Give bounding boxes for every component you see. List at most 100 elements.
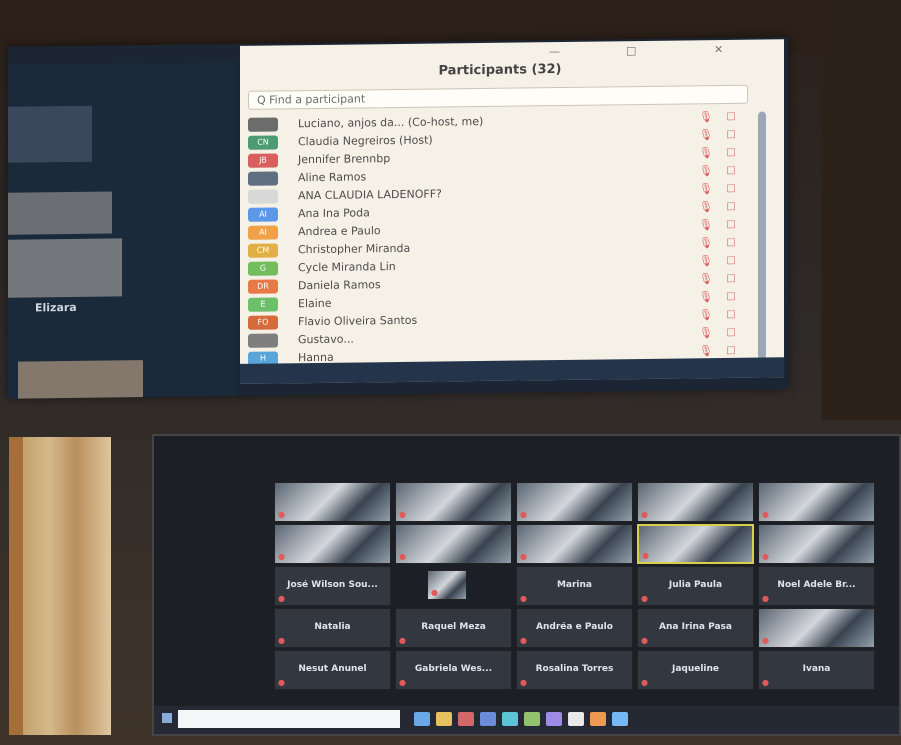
curtain bbox=[23, 437, 111, 735]
tile-mic-icon: ● bbox=[520, 552, 527, 561]
camera-off-icon[interactable]: □ bbox=[717, 147, 745, 159]
mic-muted-icon[interactable]: 🎙 bbox=[699, 308, 713, 321]
tile-mic-icon: ● bbox=[642, 551, 649, 560]
tile-participant-name: Ivana bbox=[802, 664, 831, 674]
video-tile[interactable]: Rosalina Torres ● bbox=[516, 650, 633, 690]
camera-off-icon[interactable]: □ bbox=[717, 273, 745, 285]
tile-participant-name: Gabriela Wes... bbox=[414, 664, 493, 674]
video-tile[interactable]: ● bbox=[516, 482, 633, 522]
left-participant-label: Elizara bbox=[35, 300, 77, 315]
video-tile[interactable]: ● bbox=[637, 524, 754, 564]
mic-muted-icon[interactable]: 🎙 bbox=[699, 326, 713, 339]
tile-participant-name: Noel Adele Br... bbox=[777, 580, 856, 590]
tile-mic-icon: ● bbox=[641, 594, 648, 603]
video-tile[interactable]: Nesut Anunel ● bbox=[274, 650, 391, 690]
lower-monitor: ● ● ● ● ● ● ● ● ● ● José Wilson Sou... ● ● Marina ● Jul… bbox=[152, 434, 901, 736]
tile-mic-icon: ● bbox=[762, 678, 769, 687]
video-tile[interactable]: Noel Adele Br... ● bbox=[758, 566, 875, 606]
camera-off-icon[interactable]: □ bbox=[717, 219, 745, 231]
mic-muted-icon[interactable]: 🎙 bbox=[699, 344, 713, 357]
video-tile[interactable]: Andréa e Paulo ● bbox=[516, 608, 633, 648]
camera-off-icon[interactable]: □ bbox=[717, 255, 745, 267]
video-tile[interactable]: Ana Irina Pasa ● bbox=[637, 608, 754, 648]
tile-mic-icon: ● bbox=[520, 636, 527, 645]
taskbar-app-icon[interactable] bbox=[502, 712, 518, 726]
participants-panel: — □ ✕ Participants (32) Q Find a partici… bbox=[240, 39, 784, 384]
tile-mic-icon: ● bbox=[520, 594, 527, 603]
camera-off-icon[interactable]: □ bbox=[717, 129, 745, 141]
mic-muted-icon[interactable]: 🎙 bbox=[699, 218, 713, 231]
camera-off-icon[interactable]: □ bbox=[717, 309, 745, 321]
video-tile[interactable]: Marina ● bbox=[516, 566, 633, 606]
video-tile[interactable]: ● bbox=[395, 482, 512, 522]
tile-participant-name: Ana Irina Pasa bbox=[659, 622, 732, 632]
taskbar-app-icon[interactable] bbox=[524, 712, 540, 726]
video-tile[interactable]: José Wilson Sou... ● bbox=[274, 566, 391, 606]
tile-participant-name: Raquel Meza bbox=[421, 622, 486, 632]
maximize-button[interactable]: □ bbox=[626, 44, 636, 57]
video-tile[interactable]: ● bbox=[637, 482, 754, 522]
video-tile[interactable]: Gabriela Wes... ● bbox=[395, 650, 512, 690]
mic-muted-icon[interactable]: 🎙 bbox=[699, 236, 713, 249]
video-tile[interactable]: ● bbox=[274, 482, 391, 522]
participant-name: Elaine bbox=[298, 296, 332, 311]
taskbar-app-icon[interactable] bbox=[568, 712, 584, 726]
tile-participant-name: José Wilson Sou... bbox=[287, 580, 378, 590]
participant-avatar: CN bbox=[248, 135, 278, 150]
video-tile[interactable]: Natalia ● bbox=[274, 608, 391, 648]
wall-right bbox=[821, 0, 901, 420]
mic-muted-icon[interactable]: 🎙 bbox=[699, 164, 713, 177]
tile-participant-name: Rosalina Torres bbox=[535, 664, 614, 674]
taskbar-app-icon[interactable] bbox=[458, 712, 474, 726]
video-tile[interactable]: Jaqueline ● bbox=[637, 650, 754, 690]
tile-participant-name: Andréa e Paulo bbox=[536, 622, 613, 632]
video-tile[interactable]: ● bbox=[758, 482, 875, 522]
video-tile[interactable]: ● bbox=[758, 524, 875, 564]
taskbar-app-icon[interactable] bbox=[480, 712, 496, 726]
mic-muted-icon[interactable]: 🎙 bbox=[699, 128, 713, 141]
camera-off-icon[interactable]: □ bbox=[717, 201, 745, 213]
camera-off-icon[interactable]: □ bbox=[717, 183, 745, 195]
video-tile[interactable]: Ivana ● bbox=[758, 650, 875, 690]
taskbar-app-icon[interactable] bbox=[436, 712, 452, 726]
mic-muted-icon[interactable]: 🎙 bbox=[699, 110, 713, 123]
taskbar-app-icon[interactable] bbox=[612, 712, 628, 726]
upper-screen: Elizara — □ ✕ Participants (32) Q Find a… bbox=[8, 37, 788, 399]
video-tile[interactable]: ● bbox=[516, 524, 633, 564]
participant-search-input[interactable]: Q Find a participant bbox=[248, 84, 748, 110]
mic-muted-icon[interactable]: 🎙 bbox=[699, 290, 713, 303]
mic-muted-icon[interactable]: 🎙 bbox=[699, 182, 713, 195]
taskbar-app-icon[interactable] bbox=[546, 712, 562, 726]
tile-mic-icon: ● bbox=[278, 510, 285, 519]
mic-muted-icon[interactable]: 🎙 bbox=[699, 200, 713, 213]
left-thumbnail bbox=[18, 360, 143, 399]
mic-muted-icon[interactable]: 🎙 bbox=[699, 272, 713, 285]
camera-off-icon[interactable]: □ bbox=[717, 291, 745, 303]
mic-muted-icon[interactable]: 🎙 bbox=[699, 254, 713, 267]
minimize-button[interactable]: — bbox=[549, 45, 560, 58]
tile-mic-icon: ● bbox=[278, 552, 285, 561]
video-tile[interactable]: ● bbox=[274, 524, 391, 564]
tile-participant-name: Marina bbox=[556, 580, 593, 590]
video-tile[interactable]: ● bbox=[427, 570, 467, 600]
video-tile[interactable]: ● bbox=[758, 608, 875, 648]
taskbar-app-icon[interactable] bbox=[414, 712, 430, 726]
video-tile[interactable]: Julia Paula ● bbox=[637, 566, 754, 606]
camera-off-icon[interactable]: □ bbox=[717, 111, 745, 123]
left-thumbnail bbox=[8, 238, 122, 298]
tile-mic-icon: ● bbox=[278, 678, 285, 687]
participant-name: Aline Ramos bbox=[298, 170, 367, 185]
camera-off-icon[interactable]: □ bbox=[717, 327, 745, 339]
camera-off-icon[interactable]: □ bbox=[717, 237, 745, 249]
taskbar-search[interactable] bbox=[178, 710, 400, 728]
camera-off-icon[interactable]: □ bbox=[717, 345, 745, 357]
scrollbar[interactable] bbox=[758, 111, 766, 360]
video-tile[interactable]: ● bbox=[395, 524, 512, 564]
camera-off-icon[interactable]: □ bbox=[717, 165, 745, 177]
taskbar-app-icon[interactable] bbox=[590, 712, 606, 726]
participant-name: Claudia Negreiros (Host) bbox=[298, 133, 433, 149]
close-button[interactable]: ✕ bbox=[714, 43, 723, 56]
video-tile[interactable]: Raquel Meza ● bbox=[395, 608, 512, 648]
windows-start-icon[interactable] bbox=[162, 713, 172, 723]
mic-muted-icon[interactable]: 🎙 bbox=[699, 146, 713, 159]
